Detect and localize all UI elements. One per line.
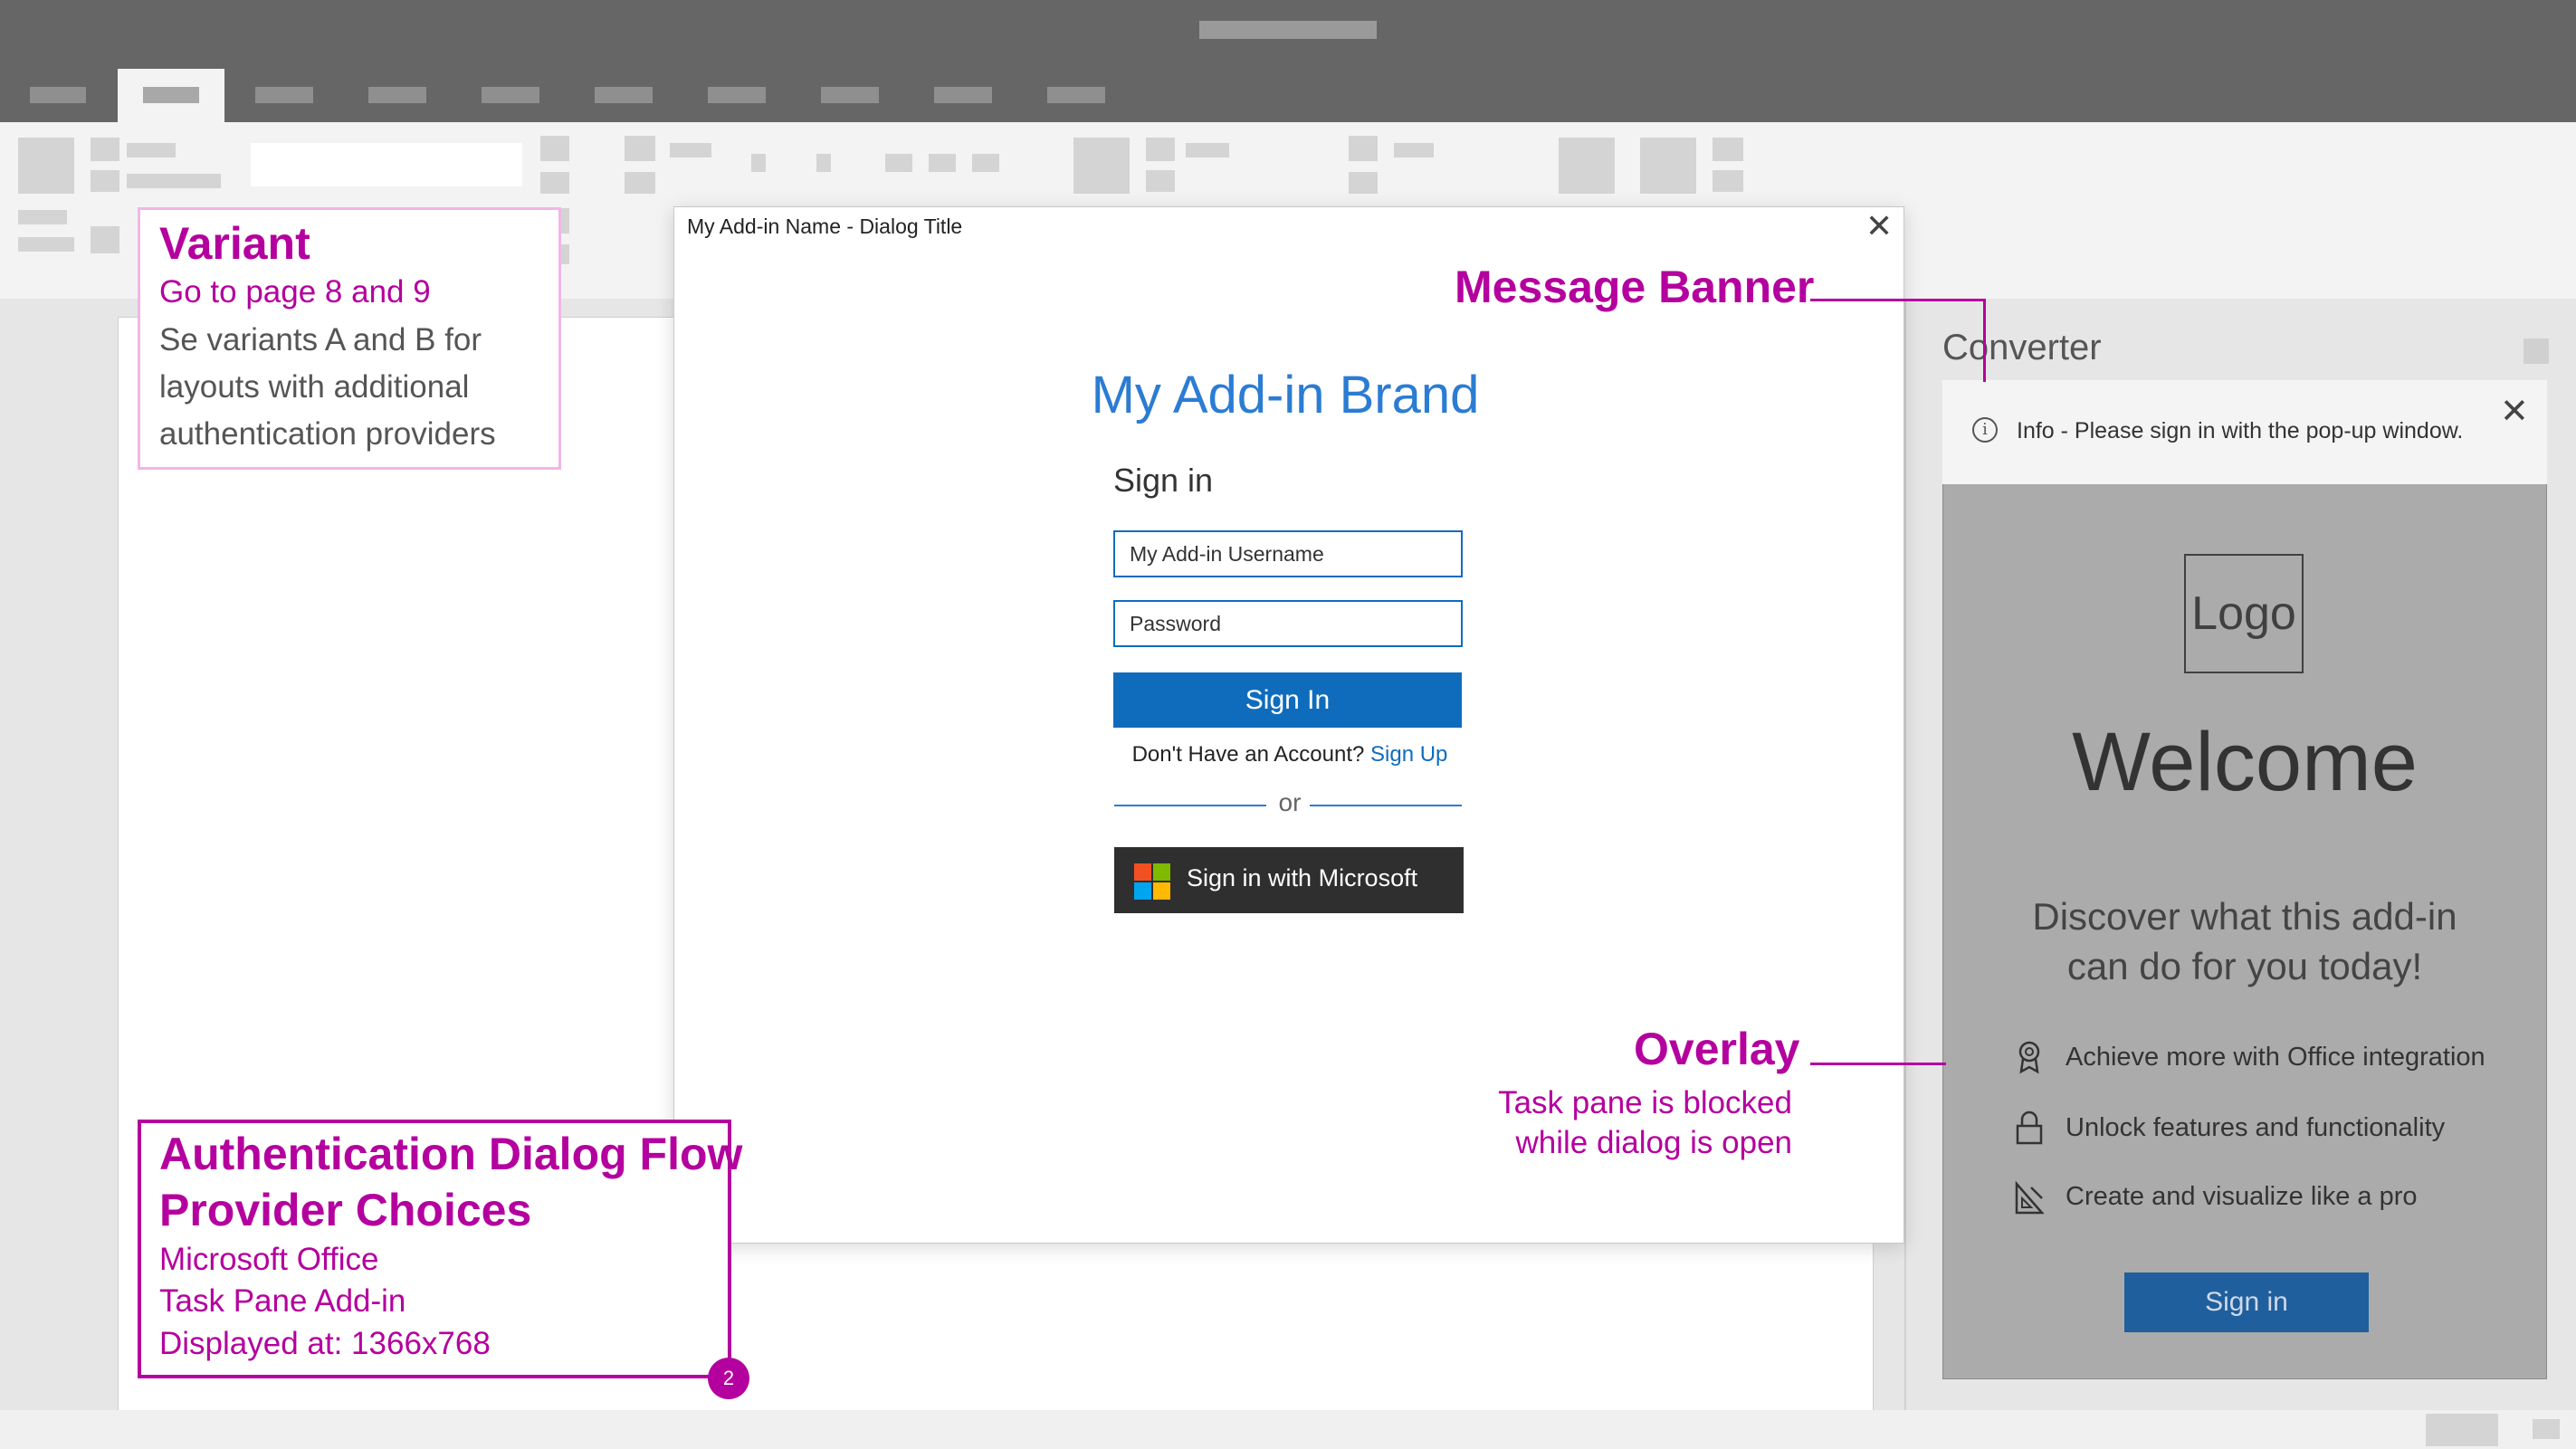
variant-line: authentication providers [159, 416, 496, 452]
dialog-title: My Add-in Name - Dialog Title [687, 214, 963, 238]
ribbon-button[interactable] [91, 170, 119, 192]
brand-title: My Add-in Brand [1091, 366, 1480, 424]
ribbon-award-icon [2018, 1041, 2040, 1074]
discover-line: can do for you today! [2066, 945, 2423, 987]
flow-line: Microsoft Office [159, 1242, 379, 1277]
overlay-description-line: while dialog is open [1515, 1125, 1792, 1160]
discover-text: Discover what this add-in can do for you… [1970, 891, 2520, 991]
ribbon-button[interactable] [885, 154, 912, 172]
message-banner-annotation: Message Banner [1455, 262, 1815, 312]
ribbon-button[interactable] [625, 136, 655, 161]
ribbon-font-input[interactable] [251, 143, 522, 186]
dialog-close-icon[interactable]: ✕ [1865, 208, 1893, 244]
ribbon-button[interactable] [18, 138, 74, 194]
ribbon-button[interactable] [670, 143, 711, 157]
ribbon-tab[interactable] [368, 87, 426, 103]
info-icon: i [1972, 417, 1998, 443]
flow-line: Task Pane Add-in [159, 1283, 406, 1319]
ribbon-button[interactable] [127, 143, 176, 157]
divider-line [1310, 805, 1462, 806]
ribbon-button[interactable] [18, 237, 74, 252]
flow-title-line: Authentication Dialog Flow [159, 1129, 743, 1179]
banner-close-icon[interactable]: ✕ [2500, 395, 2529, 429]
ribbon-button[interactable] [1559, 138, 1615, 194]
ribbon-button[interactable] [751, 154, 766, 172]
discover-line: Discover what this add-in [2032, 895, 2457, 938]
status-bar-view-button[interactable] [2426, 1414, 2498, 1446]
username-field[interactable]: My Add-in Username [1113, 530, 1463, 577]
ribbon-button[interactable] [540, 136, 569, 161]
ribbon-button[interactable] [1349, 136, 1378, 161]
flow-title: Authentication Dialog Flow Provider Choi… [159, 1126, 742, 1238]
ribbon-button[interactable] [929, 154, 956, 172]
ribbon-tab[interactable] [255, 87, 313, 103]
feature-item-label: Create and visualize like a pro [2066, 1182, 2418, 1211]
variant-title: Variant [159, 218, 310, 269]
page-number-badge: 2 [708, 1358, 749, 1399]
task-pane-title: Converter [1942, 328, 2102, 367]
flow-title-line: Provider Choices [159, 1185, 532, 1235]
overlay-annotation: Overlay [1634, 1024, 1800, 1074]
variant-subtitle: Go to page 8 and 9 [159, 274, 431, 310]
task-pane-options-icon[interactable] [2524, 338, 2549, 364]
ribbon-button[interactable] [816, 154, 831, 172]
ribbon-button[interactable] [1349, 172, 1378, 194]
overlay-description: Task pane is blocked while dialog is ope… [1421, 1083, 1792, 1163]
divider-line [1114, 805, 1266, 806]
ribbon-tab[interactable] [30, 87, 86, 103]
ribbon-button[interactable] [91, 226, 119, 253]
task-pane-sign-in-button[interactable]: Sign in [2124, 1273, 2369, 1332]
ribbon-button[interactable] [1394, 143, 1434, 157]
message-banner-text: Info - Please sign in with the pop-up wi… [2017, 418, 2464, 443]
annotation-leader-line [1983, 299, 1986, 382]
status-bar-view-button[interactable] [2533, 1419, 2560, 1439]
task-pane-overlay [1942, 380, 2547, 1379]
ribbon-tab[interactable] [595, 87, 653, 103]
ribbon-tab[interactable] [934, 87, 992, 103]
ribbon-button[interactable] [1713, 170, 1743, 192]
ribbon-button[interactable] [1640, 138, 1696, 194]
microsoft-logo-icon [1134, 863, 1170, 900]
ribbon-tab[interactable] [821, 87, 879, 103]
microsoft-button-label: Sign in with Microsoft [1187, 864, 1418, 891]
ribbon-button[interactable] [625, 172, 655, 194]
feature-item-label: Achieve more with Office integration [2066, 1043, 2485, 1072]
ribbon-button[interactable] [18, 210, 67, 224]
ribbon-button[interactable] [1713, 138, 1743, 161]
ribbon-tab[interactable] [143, 87, 199, 103]
sign-up-link[interactable]: Sign Up [1370, 742, 1447, 767]
ribbon-button[interactable] [1146, 138, 1175, 161]
variant-line: layouts with additional [159, 369, 470, 405]
app-title-placeholder [1199, 21, 1377, 39]
ribbon-button[interactable] [1146, 170, 1175, 192]
ribbon-tab[interactable] [482, 87, 539, 103]
ribbon-button[interactable] [972, 154, 999, 172]
design-ruler-icon [2015, 1180, 2045, 1215]
flow-line: Displayed at: 1366x768 [159, 1326, 491, 1361]
ribbon-tab[interactable] [1047, 87, 1105, 103]
app-title-bar [0, 0, 2576, 122]
overlay-description-line: Task pane is blocked [1498, 1085, 1792, 1120]
no-account-text: Don't Have an Account? [1131, 742, 1365, 767]
ribbon-button[interactable] [540, 172, 569, 194]
ribbon-tab[interactable] [708, 87, 766, 103]
password-field[interactable]: Password [1113, 600, 1463, 647]
welcome-heading: Welcome [2072, 716, 2418, 808]
feature-item-label: Unlock features and functionality [2066, 1113, 2446, 1142]
status-bar [0, 1410, 2576, 1449]
ribbon-button[interactable] [91, 138, 119, 161]
variant-line: Se variants A and B for [159, 322, 482, 357]
ribbon-button[interactable] [1073, 138, 1130, 194]
lock-icon [2016, 1111, 2043, 1145]
annotation-leader-line [1810, 1063, 1946, 1065]
sign-in-button[interactable]: Sign In [1113, 672, 1462, 728]
logo-placeholder: Logo [2184, 554, 2304, 673]
sign-in-heading: Sign in [1113, 462, 1214, 499]
ribbon-button[interactable] [1186, 143, 1229, 157]
or-separator: or [1278, 788, 1302, 816]
annotation-leader-line [1810, 299, 1986, 301]
no-account-line: Don't Have an Account? Sign Up [1050, 742, 1530, 767]
ribbon-button[interactable] [127, 174, 221, 188]
